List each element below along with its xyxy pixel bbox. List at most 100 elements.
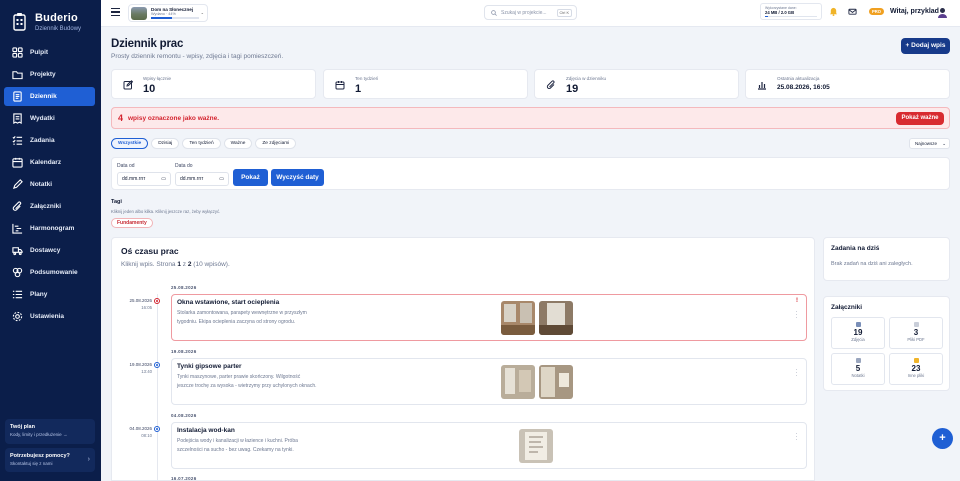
logo-building-icon — [13, 13, 26, 31]
project-switcher[interactable]: Dom na Słonecznej Wydano · 44% ⌄ — [128, 4, 208, 22]
sidebar-item-label: Pulpit — [30, 49, 49, 56]
attachment-count: 23 — [911, 364, 921, 373]
sort-value: Najnowsze — [915, 141, 938, 146]
stat-last-update: Ostatnia aktualizacja 25.08.2026, 16:05 — [745, 69, 950, 99]
stat-label: Ostatnia aktualizacja — [777, 76, 820, 81]
bell-icon[interactable] — [829, 7, 838, 16]
menu-icon[interactable] — [111, 8, 120, 17]
sidebar-item-dziennik[interactable]: Dziennik — [4, 87, 95, 106]
important-alert: 4 wpisy oznaczone jako ważne. Pokaż ważn… — [111, 107, 950, 129]
greeting: Witaj, przyklad — [890, 8, 939, 15]
stat-label: Ten tydzień — [355, 76, 379, 81]
sidebar-item-kalendarz[interactable]: Kalendarz — [4, 153, 95, 172]
clear-dates-button[interactable]: Wyczyść daty — [271, 169, 324, 186]
sidebar-item-pulpit[interactable]: Pulpit — [4, 43, 95, 62]
add-fab-button[interactable]: + — [932, 428, 953, 449]
date-to-input[interactable]: dd.mm.rrrr ▭ — [175, 172, 229, 186]
entry-time: 08:10 — [141, 433, 152, 438]
mail-icon[interactable] — [848, 7, 857, 16]
sidebar-item-label: Plany — [30, 291, 48, 298]
sidebar-item-notatki[interactable]: Notatki — [4, 175, 95, 194]
stat-total-entries: Wpisy łącznie 10 — [111, 69, 316, 99]
tags-title: Tagi — [111, 199, 122, 205]
receipt-icon — [13, 113, 22, 124]
entry-photo[interactable] — [539, 301, 573, 335]
tab-today[interactable]: Dzisiaj — [151, 138, 180, 149]
attachment-notes[interactable]: 5 Notatki — [831, 353, 885, 385]
sidebar-item-zadania[interactable]: Zadania — [4, 131, 95, 150]
sidebar-item-dostawcy[interactable]: Dostawcy — [4, 241, 95, 260]
sidebar-item-label: Notatki — [30, 181, 53, 188]
search-placeholder: Szukaj w projekcie... — [501, 9, 547, 16]
sidebar-item-label: Dziennik — [30, 93, 57, 100]
entry-photo[interactable] — [501, 301, 535, 335]
tasks-today-title: Zadania na dziś — [831, 245, 880, 252]
sidebar-item-label: Kalendarz — [30, 159, 62, 166]
entry-photo[interactable] — [519, 429, 553, 463]
attachments-panel: Załączniki 19 Zdjęcia 3 Pliki PDF 5 Nota… — [823, 296, 950, 391]
timeline-entry[interactable]: Okna wstawione, start ocieplenia Stolark… — [171, 294, 807, 341]
sidebar-item-plany[interactable]: Plany — [4, 285, 95, 304]
alert-count: 4 — [118, 113, 124, 123]
entry-dot — [154, 362, 160, 368]
folder-icon — [913, 358, 919, 363]
entry-photo[interactable] — [501, 365, 535, 399]
photo-icon — [855, 322, 861, 327]
sidebar-item-podsumowanie[interactable]: Podsumowanie — [4, 263, 95, 282]
brand-subtitle: Dziennik Budowy — [35, 26, 82, 32]
plan-box[interactable]: Twój plan Kody, limity i przedłużenie → — [5, 419, 95, 444]
entry-description: Stolarka zamontowana, parapety wewnętrzn… — [177, 310, 307, 325]
pro-badge: PRO — [869, 8, 884, 15]
sidebar-item-label: Podsumowanie — [30, 269, 78, 276]
sidebar-item-wydatki[interactable]: Wydatki — [4, 109, 95, 128]
plan-subtitle: Kody, limity i przedłużenie → — [10, 432, 68, 437]
entry-time: 13:40 — [141, 369, 152, 374]
tab-important[interactable]: Ważne — [223, 138, 253, 149]
sidebar-item-ustawienia[interactable]: Ustawienia — [4, 307, 95, 326]
stat-photos: Zdjęcia w dzienniku 19 — [534, 69, 739, 99]
storage-usage: Wykorzystane dane: 24 MB / 2.0 GB — [760, 3, 822, 20]
stat-value: 10 — [143, 83, 156, 95]
tab-all[interactable]: Wszystkie — [111, 138, 149, 149]
attachment-pdf[interactable]: 3 Pliki PDF — [889, 317, 943, 349]
sidebar-item-label: Harmonogram — [30, 225, 75, 232]
date-from-input[interactable]: dd.mm.rrrr ▭ — [117, 172, 171, 186]
bar-chart-icon — [758, 82, 766, 90]
tab-with-photos[interactable]: Ze zdjęciami — [255, 138, 297, 149]
chevron-right-icon: › — [87, 456, 90, 463]
brand[interactable]: Buderio Dziennik Budowy — [12, 12, 81, 32]
show-dates-button[interactable]: Pokaż — [233, 169, 268, 186]
attachment-photos[interactable]: 19 Zdjęcia — [831, 317, 885, 349]
timeline-entry[interactable]: Tynki gipsowe parter Tynki maszynowe, pa… — [171, 358, 807, 405]
timeline-entry[interactable]: Instalacja wod-kan Podejścia wody i kana… — [171, 422, 807, 469]
more-options-icon[interactable]: · · · — [795, 309, 798, 321]
more-options-icon[interactable]: · · · — [795, 431, 798, 443]
sort-select[interactable]: Najnowsze ⌄ — [909, 138, 950, 149]
date-placeholder: dd.mm.rrrr — [180, 176, 204, 182]
sidebar-nav: Pulpit Projekty Dziennik Wydatki Zadania… — [4, 43, 95, 329]
stat-value: 25.08.2026, 16:05 — [777, 84, 830, 91]
filter-tabs: Wszystkie Dzisiaj Ten tydzień Ważne Ze z… — [111, 138, 299, 149]
entry-photo[interactable] — [539, 365, 573, 399]
avatar[interactable] — [937, 7, 948, 18]
attachment-other[interactable]: 23 Inne pliki — [889, 353, 943, 385]
sidebar-item-projekty[interactable]: Projekty — [4, 65, 95, 84]
tab-this-week[interactable]: Ten tydzień — [182, 138, 221, 149]
help-box[interactable]: Potrzebujesz pomocy? Skontaktuj się z na… — [5, 448, 95, 472]
checklist-icon — [12, 136, 23, 145]
calendar-icon — [12, 157, 23, 168]
attachment-label: Inne pliki — [907, 373, 925, 378]
more-options-icon[interactable]: · · · — [795, 367, 798, 379]
entry-title: Tynki gipsowe parter — [177, 363, 242, 370]
show-important-button[interactable]: Pokaż ważne — [896, 112, 944, 125]
sidebar-item-zalaczniki[interactable]: Załączniki — [4, 197, 95, 216]
sidebar-item-harmonogram[interactable]: Harmonogram — [4, 219, 95, 238]
entry-title: Okna wstawione, start ocieplenia — [177, 299, 280, 306]
truck-icon — [12, 247, 23, 256]
timeline-panel: Oś czasu prac Kliknij wpis. Strona 1 z 2… — [111, 237, 815, 481]
search-icon — [491, 9, 497, 16]
search-input[interactable]: Szukaj w projekcie... Ctrl K — [484, 5, 577, 20]
add-entry-button[interactable]: + Dodaj wpis — [901, 38, 950, 54]
tag-fundamenty[interactable]: Fundamenty — [111, 218, 153, 228]
calendar-icon: ▭ — [161, 176, 166, 182]
